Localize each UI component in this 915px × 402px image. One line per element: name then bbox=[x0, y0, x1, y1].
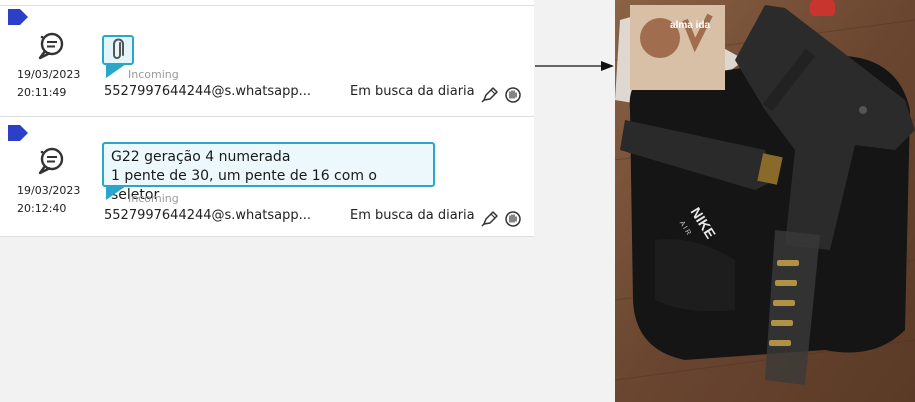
message-time: 20:12:40 bbox=[17, 202, 67, 215]
row-divider bbox=[0, 116, 534, 117]
message-text-line: G22 geração 4 numerada bbox=[111, 149, 291, 165]
pen-icon[interactable] bbox=[481, 86, 499, 103]
message-row[interactable]: 19/03/2023 20:11:49 Incoming 55279976442… bbox=[0, 0, 534, 117]
row-action-icons bbox=[481, 208, 522, 227]
flag-icon[interactable] bbox=[8, 125, 28, 141]
folder-label: Em busca da diaria bbox=[350, 84, 475, 99]
sticker-text: alma ida bbox=[670, 20, 710, 31]
message-time: 20:11:49 bbox=[17, 86, 67, 99]
row-divider bbox=[0, 5, 534, 6]
message-list: 19/03/2023 20:11:49 Incoming 55279976442… bbox=[0, 0, 534, 237]
paperclip-icon bbox=[113, 38, 124, 59]
attachment-image[interactable]: alma ida NIKE A I R bbox=[615, 0, 915, 402]
pen-icon[interactable] bbox=[481, 210, 499, 227]
direction-label: Incoming bbox=[128, 192, 179, 205]
hand-icon[interactable] bbox=[504, 86, 522, 103]
direction-label: Incoming bbox=[128, 68, 179, 81]
flag-icon[interactable] bbox=[8, 9, 28, 25]
hand-icon[interactable] bbox=[504, 210, 522, 227]
attachment-photo: alma ida NIKE A I R bbox=[615, 0, 915, 402]
sender-address[interactable]: 5527997644244@s.whatsapp... bbox=[104, 84, 311, 99]
arrow-icon bbox=[535, 61, 614, 71]
row-action-icons bbox=[481, 84, 522, 103]
message-row[interactable]: 19/03/2023 20:12:40 G22 geração 4 numera… bbox=[0, 120, 534, 237]
bubble-tail-icon bbox=[106, 64, 126, 78]
chat-bubble-icon bbox=[38, 32, 64, 60]
folder-label: Em busca da diaria bbox=[350, 208, 475, 223]
message-date: 19/03/2023 bbox=[17, 184, 81, 197]
chat-bubble-icon bbox=[38, 147, 64, 175]
row-divider bbox=[0, 236, 534, 237]
bubble-tail-icon bbox=[106, 186, 126, 200]
message-bubble[interactable]: G22 geração 4 numerada 1 pente de 30, um… bbox=[102, 142, 435, 203]
message-date: 19/03/2023 bbox=[17, 68, 81, 81]
attachment-bubble[interactable] bbox=[102, 35, 134, 65]
sender-address[interactable]: 5527997644244@s.whatsapp... bbox=[104, 208, 311, 223]
